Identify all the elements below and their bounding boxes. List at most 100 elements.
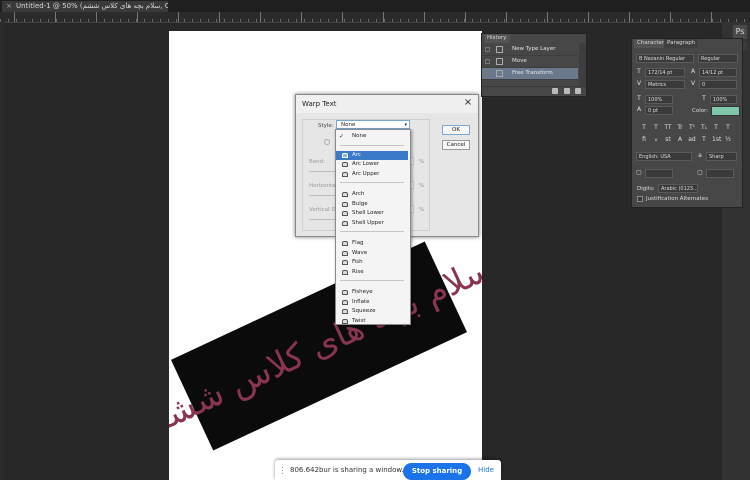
new-snapshot-icon[interactable]	[552, 88, 558, 94]
language-select[interactable]: English: USA	[636, 152, 692, 161]
warp-style-icon	[342, 241, 348, 246]
history-row[interactable]: Move	[482, 56, 578, 68]
baseline-shift-field[interactable]: 0 pt	[645, 106, 673, 115]
justification-checkbox[interactable]	[637, 196, 643, 202]
camera-icon[interactable]	[564, 88, 570, 94]
font-style-select[interactable]: Regular	[698, 54, 738, 63]
digits-select[interactable]: Arabic (0123...)	[658, 184, 698, 193]
history-source-checkbox[interactable]	[485, 47, 490, 52]
style-option-arc[interactable]: Arc	[336, 150, 408, 160]
scale-b-field[interactable]	[706, 169, 734, 178]
text-style-button[interactable]: T	[640, 124, 648, 132]
opentype-button[interactable]: fi	[640, 136, 648, 144]
ruler-tick	[260, 12, 261, 22]
style-option-flag[interactable]: Flag	[336, 239, 408, 248]
stop-sharing-button[interactable]: Stop sharing	[403, 463, 471, 480]
style-option-arc-upper[interactable]: Arc Upper	[336, 170, 408, 179]
style-option-twist[interactable]: Twist	[336, 317, 408, 326]
checkmark-icon: ✓	[339, 133, 345, 140]
close-tab-icon[interactable]: ×	[6, 1, 12, 12]
ruler-tick	[711, 12, 712, 22]
trash-icon[interactable]	[575, 88, 581, 94]
history-row[interactable]: Free Transform	[482, 68, 578, 80]
leading-field[interactable]: 14/12 pt	[699, 68, 737, 77]
history-source-checkbox[interactable]	[485, 71, 490, 76]
vertical-distortion-percent: %	[419, 207, 425, 213]
tab-history[interactable]: History	[484, 34, 510, 43]
style-option-none[interactable]: ✓ None	[336, 132, 408, 141]
style-option-shell-upper[interactable]: Shell Upper	[336, 219, 408, 228]
font-size-field[interactable]: 172/14 pt	[645, 68, 685, 77]
font-family-select[interactable]: B Nazanin Regular	[636, 54, 694, 63]
horizontal-scale-field[interactable]: 100%	[710, 95, 737, 104]
vertical-scale-field[interactable]: 100%	[645, 95, 673, 104]
history-row[interactable]: New Type Layer	[482, 44, 578, 56]
dropdown-separator	[340, 144, 404, 146]
scale-a-field[interactable]	[645, 169, 673, 178]
ok-button[interactable]: OK	[442, 125, 470, 135]
close-icon[interactable]: ×	[463, 97, 473, 109]
hide-button[interactable]: Hide	[478, 466, 494, 474]
horizontal-distortion-percent: %	[419, 183, 425, 189]
text-style-button[interactable]: T¹	[688, 124, 696, 132]
opentype-button[interactable]: ad	[688, 136, 696, 144]
text-style-button[interactable]: TT	[664, 124, 672, 132]
chevron-down-icon: ▾	[404, 122, 407, 128]
vertical-scale-icon: T	[637, 95, 641, 102]
style-option-bulge[interactable]: Bulge	[336, 200, 408, 209]
style-option-label: Wave	[352, 249, 368, 256]
style-option-arch[interactable]: Arch	[336, 190, 408, 199]
horizontal-scale-icon: T	[702, 95, 706, 102]
text-style-button[interactable]: T	[712, 124, 720, 132]
tab-character[interactable]: Character	[634, 39, 668, 48]
style-option-shell-lower[interactable]: Shell Lower	[336, 209, 408, 218]
history-scrollbar[interactable]	[579, 43, 586, 87]
style-option-rise[interactable]: Rise	[336, 268, 408, 277]
orientation-radio[interactable]	[324, 139, 330, 145]
warp-style-icon	[342, 152, 348, 158]
style-select[interactable]: None ▾	[336, 120, 410, 129]
text-style-button[interactable]: T₁	[700, 124, 708, 132]
ruler-tick	[383, 12, 384, 22]
ruler-tick	[424, 12, 425, 22]
screen-share-bar: 806.642bur is sharing a window. Stop sha…	[275, 460, 501, 480]
opentype-button[interactable]: 1st	[712, 136, 721, 144]
text-style-button[interactable]: T	[724, 124, 732, 132]
drag-handle-icon[interactable]	[281, 466, 284, 475]
dock-panel-icon[interactable]: Ps	[733, 25, 747, 39]
opentype-button[interactable]: T	[700, 136, 708, 144]
kerning-icon: V	[636, 80, 642, 87]
opentype-button[interactable]: ℴ	[652, 136, 660, 144]
kerning-field[interactable]: Metrics	[645, 80, 685, 89]
ruler-tick	[137, 12, 138, 22]
scale-b-icon: ▢	[697, 169, 703, 176]
ruler-tick	[465, 12, 466, 22]
tracking-icon: V	[690, 80, 696, 87]
document-tab[interactable]: × Untitled-1 @ 50% (سلام بچه های کلاس شش…	[2, 1, 168, 12]
leading-icon: A	[690, 68, 696, 75]
baseline-shift-icon: A	[636, 106, 642, 113]
text-color-swatch[interactable]	[711, 106, 740, 116]
history-source-checkbox[interactable]	[485, 59, 490, 64]
text-style-button[interactable]: Tr	[676, 124, 684, 132]
style-option-inflate[interactable]: Inflate	[336, 298, 408, 307]
opentype-button[interactable]: st	[664, 136, 672, 144]
style-option-label: Bulge	[352, 200, 368, 207]
opentype-button[interactable]: ½	[724, 136, 732, 144]
style-option-fish[interactable]: Fish	[336, 258, 408, 267]
antialias-select[interactable]: Sharp	[706, 152, 737, 161]
tab-paragraph[interactable]: Paragraph	[664, 39, 699, 48]
tracking-field[interactable]: 0	[699, 80, 737, 89]
style-option-arc-lower[interactable]: Arc Lower	[336, 160, 408, 169]
warp-style-icon	[342, 299, 348, 305]
style-option-wave[interactable]: Wave	[336, 249, 408, 258]
style-option-squeeze[interactable]: Squeeze	[336, 307, 408, 316]
style-option-fisheye[interactable]: Fisheye	[336, 288, 408, 297]
text-style-button[interactable]: T	[652, 124, 660, 132]
style-select-value: None	[341, 122, 356, 128]
style-option-label: Arc Upper	[352, 170, 380, 177]
opentype-button[interactable]: A	[676, 136, 684, 144]
cancel-button[interactable]: Cancel	[442, 140, 470, 150]
dropdown-separator	[340, 280, 404, 281]
warp-text-layer[interactable]: سلام بچه های کلاس ششم	[169, 241, 482, 451]
